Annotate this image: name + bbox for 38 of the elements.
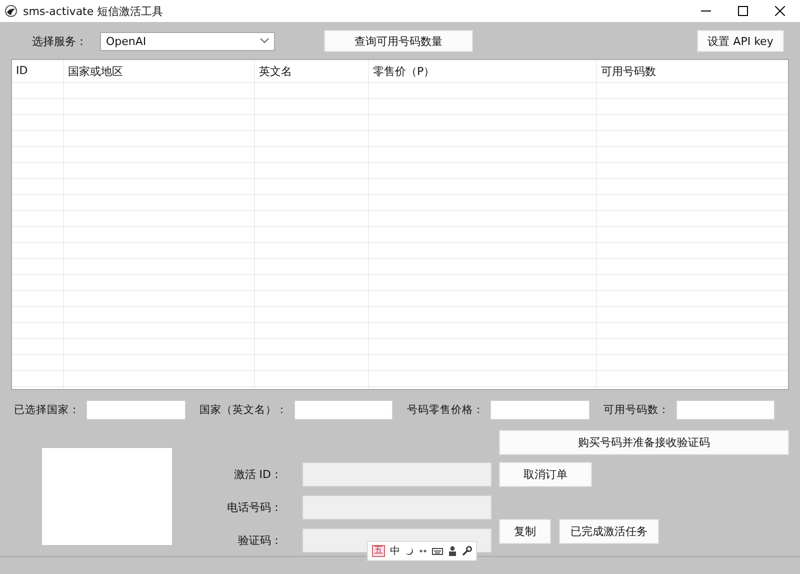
wrench-icon[interactable]	[462, 546, 472, 556]
api-key-button[interactable]: 设置 API key	[697, 30, 784, 52]
query-button[interactable]: 查询可用号码数量	[324, 30, 473, 52]
app-logo-icon	[5, 5, 17, 17]
field-label: 已选择国家：	[14, 403, 80, 417]
input-field[interactable]	[302, 462, 492, 487]
chevron-down-icon[interactable]	[260, 38, 269, 44]
person-icon[interactable]	[448, 546, 457, 556]
service-label: 选择服务：	[32, 34, 88, 48]
cancel-order-button[interactable]: 取消订单	[499, 462, 592, 487]
keyboard-icon[interactable]	[432, 548, 443, 554]
buy-number-button[interactable]: 购买号码并准备接收验证码	[499, 430, 789, 455]
column-header[interactable]: 零售价（P）	[373, 65, 435, 78]
quote-icon[interactable]	[419, 548, 427, 554]
column-header[interactable]: 英文名	[259, 65, 292, 78]
field-label: 国家（英文名）：	[200, 403, 288, 417]
field-label: 验证码：	[237, 533, 283, 548]
input-field[interactable]	[86, 400, 186, 420]
close-icon[interactable]	[775, 6, 785, 16]
language-toggle[interactable]: 中	[390, 544, 400, 558]
input-mode-icon[interactable]: 五	[372, 545, 385, 557]
column-header[interactable]: 可用号码数	[601, 65, 656, 78]
input-field[interactable]	[294, 400, 393, 420]
done-button[interactable]: 已完成激活任务	[559, 519, 659, 544]
field-label: 电话号码：	[226, 500, 283, 515]
service-dropdown[interactable]: OpenAI	[100, 32, 275, 50]
column-header[interactable]: ID	[16, 64, 28, 77]
maximize-icon[interactable]	[738, 6, 748, 16]
input-field[interactable]	[302, 495, 492, 520]
field-label: 号码零售价格：	[407, 403, 484, 417]
field-label: 可用号码数：	[604, 403, 670, 417]
window-title: sms-activate 短信激活工具	[23, 4, 164, 18]
input-field[interactable]	[676, 400, 775, 420]
copy-button[interactable]: 复制	[499, 519, 551, 544]
column-header[interactable]: 国家或地区	[68, 65, 123, 78]
input-field[interactable]	[490, 400, 590, 420]
moon-icon[interactable]	[405, 546, 414, 556]
field-label: 激活 ID：	[232, 467, 283, 482]
